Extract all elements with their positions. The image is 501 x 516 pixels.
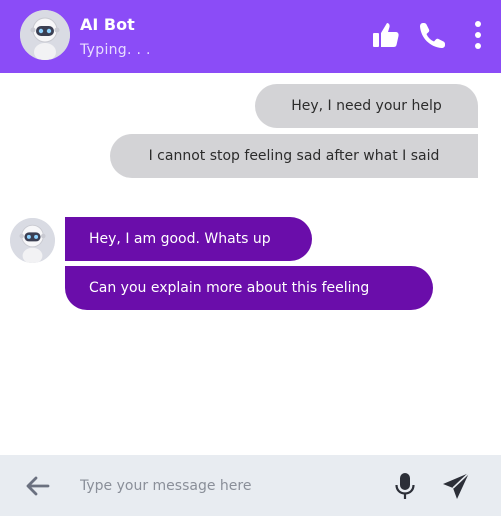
- received-message: Hey, I am good. Whats up: [65, 217, 312, 261]
- message-list[interactable]: Hey, I need your help I cannot stop feel…: [0, 73, 501, 455]
- message-composer: [0, 455, 501, 516]
- thumbs-up-icon: [373, 23, 399, 47]
- chat-title: AI Bot: [80, 15, 135, 34]
- microphone-icon: [395, 473, 415, 499]
- typing-status: Typing. . .: [80, 42, 151, 58]
- arrow-left-icon: [26, 476, 50, 496]
- bot-avatar-header[interactable]: [20, 10, 70, 60]
- send-button[interactable]: [441, 471, 471, 501]
- phone-icon: [420, 23, 445, 48]
- robot-avatar-icon: [20, 10, 70, 60]
- call-button[interactable]: [417, 20, 447, 50]
- sent-message: I cannot stop feeling sad after what I s…: [110, 134, 478, 178]
- message-input[interactable]: [70, 469, 370, 503]
- sent-message: Hey, I need your help: [255, 84, 478, 128]
- voice-input-button[interactable]: [393, 471, 417, 501]
- bot-avatar: [10, 218, 55, 263]
- more-options-button[interactable]: [466, 20, 490, 50]
- more-vertical-icon: [475, 21, 481, 49]
- received-message: Can you explain more about this feeling: [65, 266, 433, 310]
- back-button[interactable]: [24, 472, 52, 500]
- like-button[interactable]: [371, 20, 401, 50]
- chat-header: AI Bot Typing. . .: [0, 0, 501, 73]
- send-icon: [443, 472, 470, 499]
- robot-avatar-icon: [10, 218, 55, 263]
